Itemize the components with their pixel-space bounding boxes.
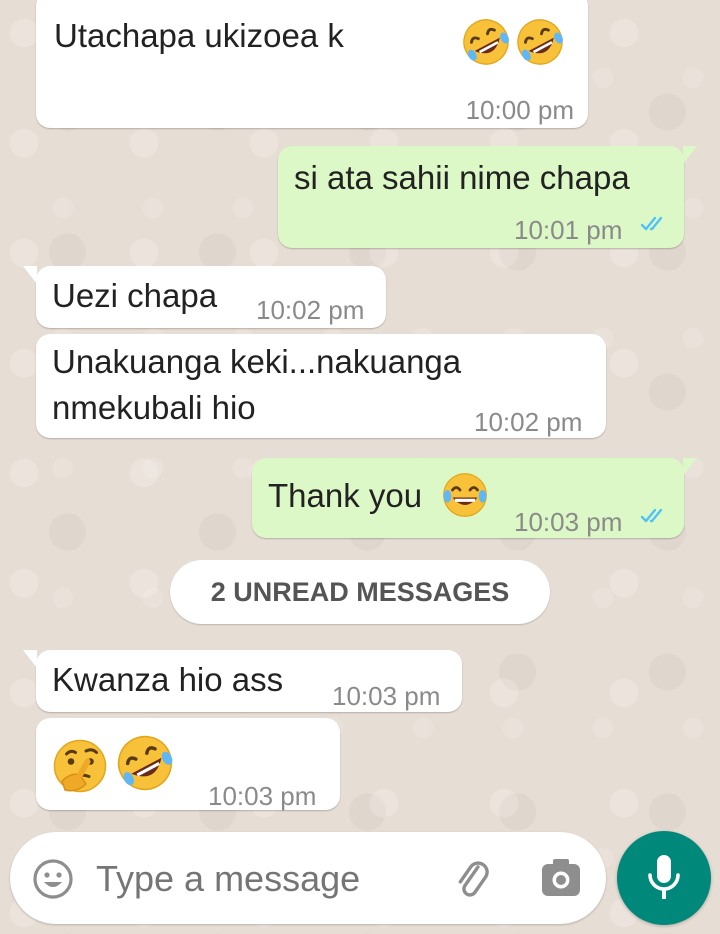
face-with-tears-of-joy-emoji	[440, 470, 490, 520]
message-bubble-outgoing[interactable]: Thank you 10:03 pm	[252, 458, 697, 538]
unread-messages-label: 2 UNREAD MESSAGES	[210, 576, 510, 607]
emoji-icon[interactable]	[32, 858, 74, 900]
mic-icon	[648, 855, 680, 899]
message-bubble-incoming[interactable]: Uezi chapa 10:02 pm	[23, 266, 386, 328]
message-time: 10:03 pm	[514, 507, 623, 537]
message-text: Utachapa ukizoea k	[54, 17, 344, 54]
rolling-on-floor-laughing-emoji	[460, 16, 512, 68]
message-bubble-outgoing[interactable]: si ata sahii nime chapa 10:01 pm	[278, 146, 697, 248]
message-time: 10:01 pm	[514, 215, 623, 245]
message-input[interactable]	[94, 850, 428, 908]
message-text: si ata sahii nime chapa	[294, 159, 630, 196]
message-time: 10:03 pm	[332, 681, 441, 711]
camera-icon[interactable]	[540, 858, 582, 898]
message-text: Thank you	[268, 477, 423, 514]
message-time: 10:03 pm	[208, 781, 317, 811]
redaction-mask	[376, 18, 470, 58]
message-input-bar[interactable]	[10, 832, 606, 924]
message-text-line-1: Unakuanga keki...nakuanga	[52, 343, 462, 380]
message-bubble-incoming[interactable]: 10:03 pm	[36, 718, 340, 811]
message-bubble-incoming[interactable]: Kwanza hio ass 10:03 pm	[23, 650, 462, 712]
mic-button[interactable]	[617, 831, 711, 925]
unread-messages-divider: 2 UNREAD MESSAGES	[170, 560, 550, 624]
message-time: 10:00 pm	[465, 95, 574, 125]
message-time: 10:02 pm	[474, 407, 583, 437]
message-bubble-incoming[interactable]: Unakuanga keki...nakuanga nmekubali hio …	[36, 334, 606, 438]
message-text: Kwanza hio ass	[52, 661, 284, 698]
attach-icon[interactable]	[450, 856, 496, 902]
read-ticks-icon	[640, 214, 670, 234]
message-time: 10:02 pm	[256, 295, 365, 325]
message-bubble-incoming[interactable]: Utachapa ukizoea k 10:00 pm	[36, 0, 588, 128]
message-text-line-2: nmekubali hio	[52, 389, 256, 426]
read-ticks-icon	[640, 506, 670, 526]
message-text: Uezi chapa	[52, 277, 218, 314]
rolling-on-floor-laughing-emoji	[514, 16, 566, 68]
thinking-face-emoji	[50, 736, 110, 796]
rolling-on-floor-laughing-emoji	[114, 732, 176, 794]
